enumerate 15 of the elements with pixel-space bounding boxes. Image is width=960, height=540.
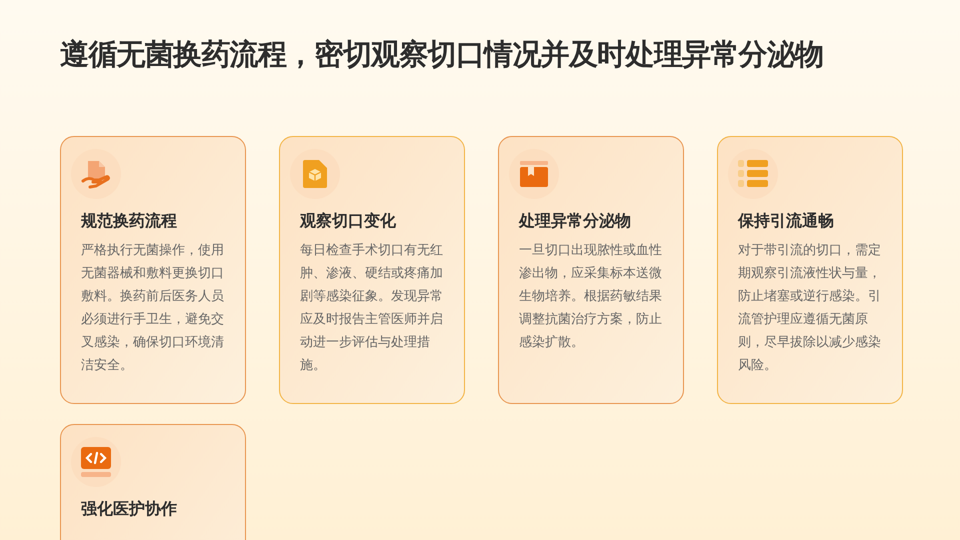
card-heading: 强化医护协作 xyxy=(81,498,178,520)
card-heading: 观察切口变化 xyxy=(300,210,397,232)
card-heading: 保持引流通畅 xyxy=(738,210,835,232)
box-icon xyxy=(519,160,549,188)
list-icon xyxy=(738,160,768,188)
file-cube-icon xyxy=(301,159,329,189)
hand-document-icon xyxy=(81,159,111,189)
card-text: 对于带引流的切口，需定期观察引流液性状与量，防止堵塞或逆行感染。引流管护理应遵循无菌原则，尽早拔除以减少感染风险。 xyxy=(738,242,882,375)
card-text: 严格执行无菌操作，使用无菌器械和敷料更换切口敷料。换药前后医务人员必须进行手卫生，避免交叉感染，确保切口环境清洁安全。 xyxy=(81,242,225,375)
page-title: 遵循无菌换药流程，密切观察切口情况并及时处理异常分泌物 xyxy=(60,36,824,73)
card-heading: 处理异常分泌物 xyxy=(519,210,632,232)
card-heading: 规范换药流程 xyxy=(81,210,178,232)
code-monitor-icon xyxy=(80,447,112,477)
card-text: 每日检查手术切口有无红肿、渗液、硬结或疼痛加剧等感染征象。发现异常应及时报告主管医师并启动进一步评估与处理措施。 xyxy=(300,242,444,375)
card-text: 一旦切口出现脓性或血性渗出物，应采集标本送微生物培养。根据药敏结果调整抗菌治疗方案，防止感染扩散。 xyxy=(519,242,663,352)
